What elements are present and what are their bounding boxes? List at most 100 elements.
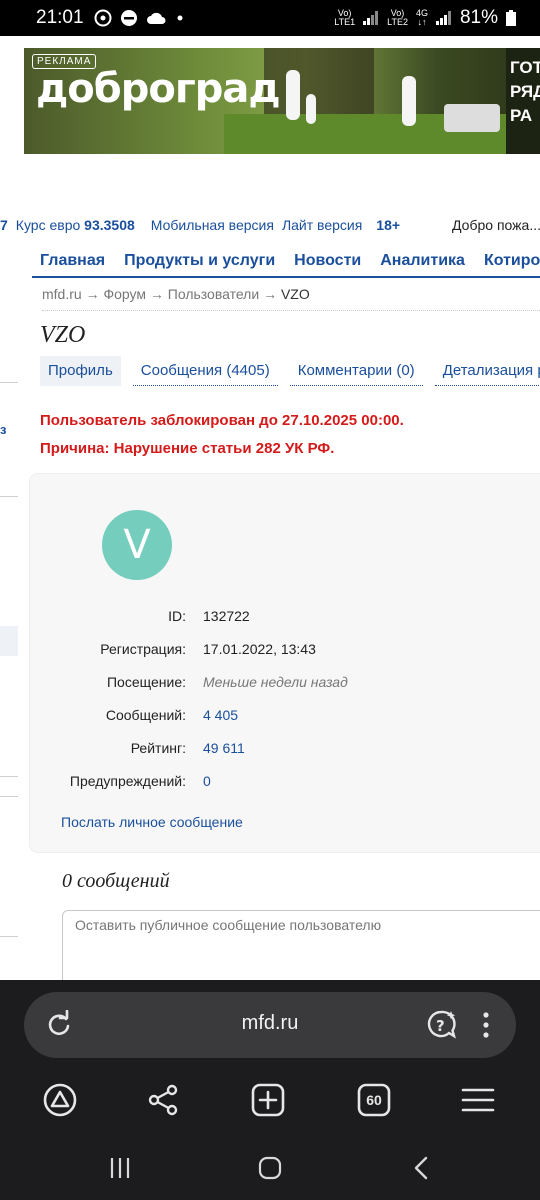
ad-golf-cart-image — [444, 104, 500, 132]
main-nav: Главная Продукты и услуги Новости Аналит… — [0, 244, 540, 278]
ad-side-line: РЯД — [510, 82, 540, 101]
breadcrumb-separator: → — [149, 286, 164, 302]
browser-toolbar: 60 — [0, 1078, 540, 1122]
send-private-message-link[interactable]: Послать личное сообщение — [61, 814, 243, 830]
ad-banner[interactable]: РЕКЛАМА доброград ГОТ РЯД РА — [24, 48, 540, 154]
nav-item-news[interactable]: Новости — [294, 252, 361, 270]
bixby-home-button[interactable] — [38, 1078, 82, 1122]
sidebar-divider — [0, 382, 18, 383]
rate-fragment: 7 — [0, 217, 8, 233]
nav-item-products[interactable]: Продукты и услуги — [124, 252, 275, 270]
warnings-label: Предупреждений: — [69, 773, 186, 789]
browser-chrome: mfd.ru ? 60 — [0, 980, 540, 1200]
volte-lte2-icon: Vo) LTE2 — [387, 8, 408, 27]
rating-value-link[interactable]: 49 611 — [203, 740, 245, 756]
euro-rate[interactable]: Курс евро 93.3508 — [16, 217, 135, 233]
top-info-bar: 7 Курс евро 93.3508 Мобильная версия Лай… — [0, 214, 540, 236]
recent-apps-button[interactable] — [100, 1148, 140, 1188]
visit-value: Меньше недели назад — [203, 674, 348, 690]
ban-reason: Причина: Нарушение статьи 282 УК РФ. — [40, 440, 335, 457]
svg-text:?: ? — [436, 1017, 445, 1035]
breadcrumb: mfd.ru → Форум → Пользователи → VZO — [42, 286, 310, 302]
tab-comments[interactable]: Комментарии (0) — [289, 356, 423, 386]
sidebar-divider — [0, 496, 18, 497]
breadcrumb-separator: → — [85, 286, 100, 302]
wall-title: 0 сообщений — [62, 870, 170, 892]
dnd-icon — [120, 10, 137, 26]
4g-icon: 4G ↓↑ — [415, 8, 428, 27]
messages-label: Сообщений: — [105, 707, 186, 723]
cloud-icon — [146, 12, 166, 24]
tab-messages[interactable]: Сообщения (4405) — [132, 356, 278, 386]
home-button[interactable] — [250, 1148, 290, 1188]
status-right: Vo) LTE1 Vo) LTE2 4G ↓↑ 81% — [334, 7, 516, 29]
info-row-messages: Сообщений: 4 405 — [30, 707, 540, 729]
more-options-icon[interactable] — [474, 1008, 498, 1042]
nav-underline — [32, 276, 540, 278]
breadcrumb-separator: → — [263, 286, 278, 302]
tab-profile[interactable]: Профиль — [40, 356, 121, 386]
ad-person-image — [306, 94, 316, 124]
profile-tabs: Профиль Сообщения (4405) Комментарии (0)… — [40, 356, 540, 388]
tabs-count-button[interactable]: 60 — [352, 1078, 396, 1122]
ad-person-image — [286, 70, 300, 120]
tab-rating-details[interactable]: Детализация рейтинга — [434, 356, 540, 386]
sidebar-divider — [0, 936, 18, 937]
euro-rate-value: 93.3508 — [84, 217, 135, 233]
assistant-help-icon[interactable]: ? — [424, 1008, 458, 1042]
ad-person-image — [402, 76, 416, 126]
hamburger-menu-icon — [461, 1088, 495, 1112]
ad-side-text: ГОТ РЯД РА — [506, 48, 540, 154]
lite-version-link[interactable]: Лайт версия — [282, 217, 362, 233]
public-message-placeholder: Оставить публичное сообщение пользовател… — [75, 917, 382, 933]
battery-percent: 81% — [459, 7, 498, 28]
share-button[interactable] — [141, 1078, 185, 1122]
public-message-input[interactable]: Оставить публичное сообщение пользовател… — [62, 910, 540, 980]
registration-label: Регистрация: — [100, 641, 186, 657]
battery-icon — [506, 10, 516, 26]
bixby-icon — [43, 1083, 77, 1117]
rating-label: Рейтинг: — [130, 740, 186, 756]
info-row-warnings: Предупреждений: 0 — [30, 773, 540, 795]
recent-apps-icon — [110, 1158, 130, 1178]
sidebar-divider — [0, 796, 18, 797]
breadcrumb-item[interactable]: Пользователи — [168, 286, 259, 302]
ad-brand-logo: доброград — [36, 66, 281, 112]
breadcrumb-current: VZO — [280, 286, 310, 302]
dot-icon — [177, 15, 183, 21]
info-row-registration: Регистрация: 17.01.2022, 13:43 — [30, 641, 540, 663]
info-row-visit: Посещение: Меньше недели назад — [30, 674, 540, 696]
ad-side-line: РА — [510, 106, 533, 125]
visit-label: Посещение: — [106, 674, 186, 690]
tabs-count: 60 — [366, 1092, 382, 1108]
page-title: VZO — [40, 322, 86, 348]
avatar: V — [102, 510, 172, 580]
system-nav-bar — [0, 1148, 540, 1188]
menu-button[interactable] — [456, 1078, 500, 1122]
age-badge: 18+ — [376, 217, 401, 233]
new-tab-button[interactable] — [246, 1078, 290, 1122]
nav-item-home[interactable]: Главная — [40, 252, 105, 270]
id-label: ID: — [168, 608, 186, 624]
status-notification-icons — [94, 9, 184, 27]
address-bar[interactable]: mfd.ru ? — [24, 992, 516, 1058]
whatsapp-icon — [94, 9, 112, 27]
ban-notice: Пользователь заблокирован до 27.10.2025 … — [40, 412, 404, 429]
registration-value: 17.01.2022, 13:43 — [203, 641, 316, 657]
status-time: 21:01 — [36, 7, 84, 28]
breadcrumb-divider — [42, 310, 540, 311]
nav-item-quotes[interactable]: Котировки — [484, 252, 540, 270]
sidebar-fragment[interactable]: з — [0, 422, 6, 437]
welcome-text: Добро пожа... — [452, 217, 540, 233]
messages-count-link[interactable]: 4 405 — [203, 707, 238, 723]
info-row-rating: Рейтинг: 49 611 — [30, 740, 540, 762]
volte-lte1-icon: Vo) LTE1 — [334, 8, 356, 27]
warnings-value-link[interactable]: 0 — [203, 773, 211, 789]
breadcrumb-item[interactable]: Форум — [103, 286, 146, 302]
back-button[interactable] — [402, 1148, 442, 1188]
breadcrumb-item[interactable]: mfd.ru — [42, 286, 82, 302]
web-page: РЕКЛАМА доброград ГОТ РЯД РА 7 Курс евро… — [0, 36, 540, 980]
nav-item-analytics[interactable]: Аналитика — [380, 252, 465, 270]
mobile-version-link[interactable]: Мобильная версия — [151, 217, 274, 233]
sidebar-item[interactable] — [0, 626, 18, 656]
